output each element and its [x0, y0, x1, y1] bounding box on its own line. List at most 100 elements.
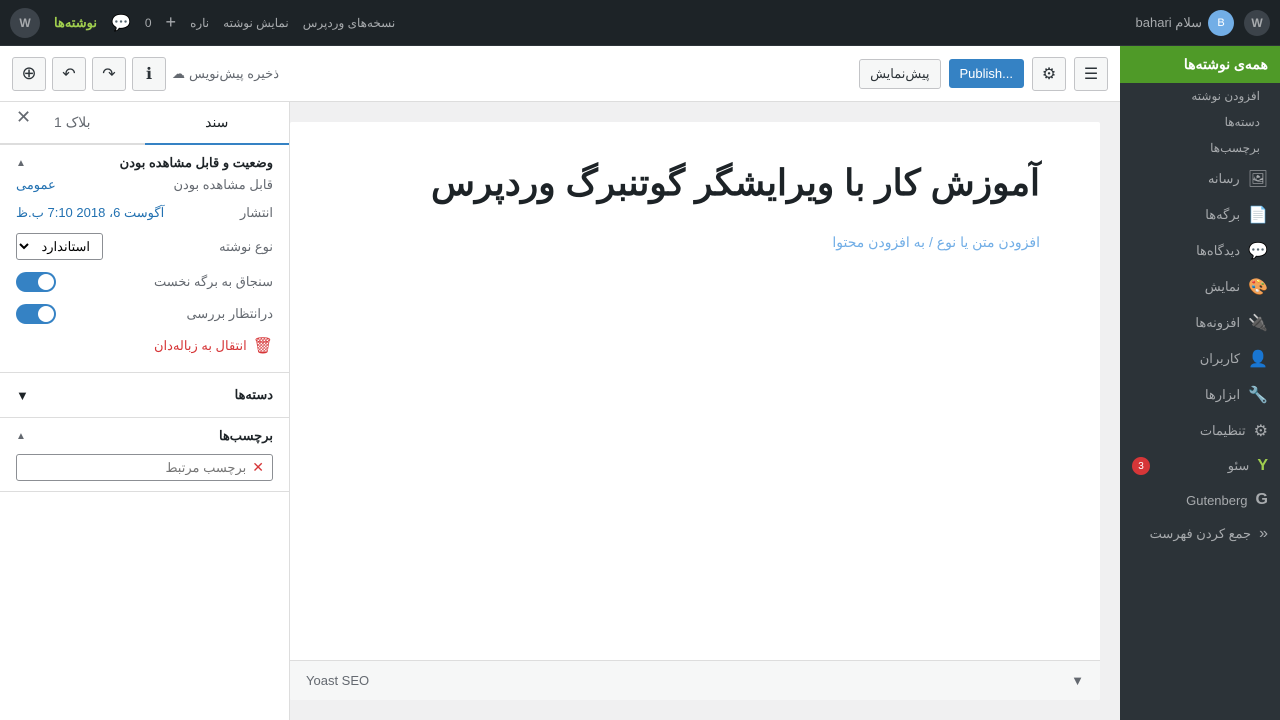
expand-bottom-arrow[interactable]: ▼ [1071, 673, 1084, 688]
publish-date-label: انتشار [240, 205, 273, 221]
editor-toolbar: ☰ ⚙ ...Publish پیش‌نمایش ذخیره پیش‌نویس … [0, 46, 1120, 102]
admin-bar-add-icon[interactable]: + [166, 12, 177, 33]
post-editor[interactable]: آموزش کار با ویرایشگر گوتنبرگ وردپرس افز… [290, 122, 1100, 700]
sidebar-item-media[interactable]: 🖼 رسانه [1120, 161, 1280, 197]
wp-site-logo[interactable]: W [10, 8, 40, 38]
gutenberg-icon: G [1256, 491, 1268, 509]
sidebar-item-categories[interactable]: دسته‌ها [1120, 109, 1280, 135]
sidebar-label-settings: تنظیمات [1200, 423, 1246, 439]
admin-bar-comments-count[interactable]: 0 [145, 16, 152, 30]
settings-toggle-button[interactable]: ⚙ [1032, 57, 1066, 91]
menu-icon: ☰ [1084, 64, 1098, 84]
visibility-row: قابل مشاهده بودن عمومی [16, 171, 273, 199]
sidebar-item-add-post[interactable]: افزودن نوشته [1120, 83, 1280, 109]
appearance-icon: 🎨 [1248, 277, 1268, 297]
categories-header[interactable]: دسته‌ها ▼ [16, 383, 273, 407]
sidebar-item-gutenberg[interactable]: G Gutenberg [1120, 483, 1280, 517]
sidebar-label-gutenberg: Gutenberg [1186, 493, 1247, 508]
sidebar-item-collapse[interactable]: « جمع کردن فهرست [1120, 517, 1280, 551]
close-tag-icon[interactable]: ✕ [252, 459, 264, 476]
current-page-label: نوشته‌ها [54, 15, 97, 31]
publish-date-value[interactable]: آگوست 6، 2018 7:10 ب.ظ [16, 205, 164, 221]
bottom-toolbar: ▼ Yoast SEO [290, 660, 1100, 700]
plugins-icon: 🔌 [1248, 313, 1268, 333]
sidebar-item-tags[interactable]: برچسب‌ها [1120, 135, 1280, 161]
visibility-label: قابل مشاهده بودن [173, 177, 273, 193]
tools-icon: 🔧 [1248, 385, 1268, 405]
sidebar-label-media: رسانه [1208, 171, 1240, 187]
tags-input-row[interactable]: ✕ [16, 454, 273, 481]
add-block-icon: ⊕ [21, 63, 36, 84]
user-avatar: B [1208, 10, 1234, 36]
tags-arrow: ▲ [16, 431, 26, 442]
redo-icon: ↷ [102, 64, 115, 84]
preview-button[interactable]: پیش‌نمایش [859, 59, 940, 89]
sidebar: همه‌ی نوشته‌ها افزودن نوشته دسته‌ها برچس… [1120, 46, 1280, 720]
editor-area: ☰ ⚙ ...Publish پیش‌نمایش ذخیره پیش‌نویس … [0, 46, 1120, 720]
wp-logo-icon[interactable]: W [1244, 10, 1270, 36]
sidebar-item-seo[interactable]: Y سئو 3 [1120, 449, 1280, 483]
tags-section: برچسب‌ها ▲ ✕ [0, 418, 289, 492]
pages-icon: 📄 [1248, 205, 1268, 225]
pending-toggle[interactable] [16, 304, 56, 324]
sidebar-top-label[interactable]: همه‌ی نوشته‌ها [1120, 46, 1280, 83]
admin-bar: W B سلام bahari نسخه‌های وردپرس نمایش نو… [0, 0, 1280, 46]
tags-input[interactable] [25, 460, 246, 475]
users-icon: 👤 [1248, 349, 1268, 369]
post-title[interactable]: آموزش کار با ویرایشگر گوتنبرگ وردپرس [350, 162, 1040, 204]
admin-bar-user: B سلام bahari [1136, 10, 1234, 36]
categories-arrow: ▼ [16, 388, 29, 403]
seo-badge: 3 [1132, 457, 1150, 475]
sidebar-label-users: کاربران [1200, 351, 1240, 367]
content-wrapper: آموزش کار با ویرایشگر گوتنبرگ وردپرس افز… [0, 102, 1120, 720]
move-to-trash-button[interactable]: 🗑 انتقال به زباله‌دان [16, 330, 273, 362]
sidebar-label-collapse: جمع کردن فهرست [1150, 526, 1251, 542]
sidebar-item-appearance[interactable]: 🎨 نمایش [1120, 269, 1280, 305]
sidebar-label-seo: سئو [1228, 458, 1250, 474]
trash-label: انتقال به زباله‌دان [154, 338, 247, 354]
sidebar-item-pages[interactable]: 📄 برگه‌ها [1120, 197, 1280, 233]
sidebar-item-plugins[interactable]: 🔌 افزونه‌ها [1120, 305, 1280, 341]
add-content-placeholder[interactable]: افزودن متن یا نوع / به افزودن محتوا [350, 234, 1040, 251]
sidebar-item-comments[interactable]: 💬 دیدگاه‌ها [1120, 233, 1280, 269]
categories-section: دسته‌ها ▼ [0, 373, 289, 418]
visibility-value[interactable]: عمومی [16, 177, 56, 193]
categories-label: دسته‌ها [235, 387, 273, 403]
undo-icon: ↶ [62, 64, 75, 84]
publish-date-row: انتشار آگوست 6، 2018 7:10 ب.ظ [16, 199, 273, 227]
info-icon: ℹ [146, 64, 152, 84]
admin-bar-link-view[interactable]: نمایش نوشته [223, 16, 289, 30]
info-button[interactable]: ℹ [132, 57, 166, 91]
panel-close-button[interactable]: ✕ [8, 102, 39, 136]
status-visibility-arrow: ▲ [16, 158, 26, 169]
admin-bar-links: نسخه‌های وردپرس نمایش نوشته ناره + 0 💬 ن… [10, 8, 395, 38]
status-visibility-header[interactable]: وضعیت و قابل مشاهده بودن ▲ [16, 155, 273, 171]
post-content-area[interactable]: افزودن متن یا نوع / به افزودن محتوا [350, 234, 1040, 434]
sticky-toggle[interactable] [16, 272, 56, 292]
tab-block-label: بلاک 1 [54, 114, 90, 130]
admin-bar-link-nare[interactable]: ناره [190, 16, 209, 30]
publish-button[interactable]: ...Publish [949, 59, 1024, 88]
sidebar-item-tools[interactable]: 🔧 ابزارها [1120, 377, 1280, 413]
cloud-icon: ☁ [172, 66, 185, 82]
add-content-text: افزودن متن یا نوع / به افزودن محتوا [832, 234, 1040, 251]
panel-tabs: سند بلاک 1 [0, 102, 289, 145]
undo-button[interactable]: ↶ [52, 57, 86, 91]
add-block-button[interactable]: ⊕ [12, 57, 46, 91]
sidebar-item-settings[interactable]: ⚙ تنظیمات [1120, 413, 1280, 449]
yoast-seo-label[interactable]: Yoast SEO [306, 673, 369, 688]
sidebar-item-users[interactable]: 👤 کاربران [1120, 341, 1280, 377]
tab-document[interactable]: سند [145, 102, 290, 145]
tags-header[interactable]: برچسب‌ها ▲ [16, 428, 273, 444]
post-type-label: نوع نوشته [219, 239, 273, 255]
post-type-select[interactable]: استاندارد [16, 233, 103, 260]
redo-button[interactable]: ↷ [92, 57, 126, 91]
sidebar-label-tools: ابزارها [1205, 387, 1240, 403]
user-name-label: سلام bahari [1136, 15, 1202, 31]
toolbar-right-icons: ذخیره پیش‌نویس ☁ ℹ ↷ ↶ ⊕ [12, 57, 279, 91]
admin-bar-link-wp[interactable]: نسخه‌های وردپرس [303, 16, 395, 30]
tab-document-label: سند [205, 114, 228, 130]
menu-toggle-button[interactable]: ☰ [1074, 57, 1108, 91]
tags-label: برچسب‌ها [219, 428, 273, 444]
post-type-row: نوع نوشته استاندارد [16, 227, 273, 266]
